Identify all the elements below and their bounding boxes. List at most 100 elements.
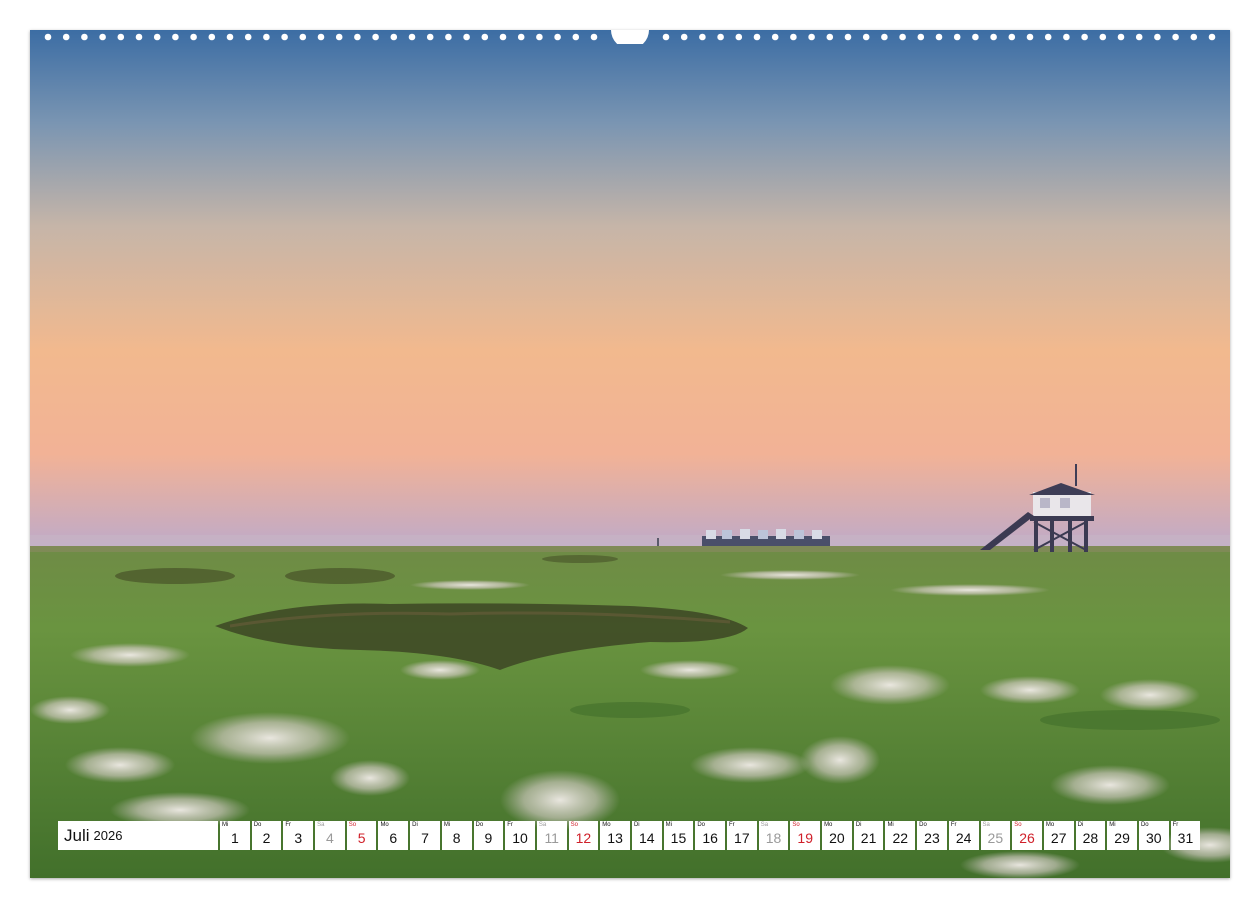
day-cell: Di 28 — [1075, 821, 1106, 850]
binding-hole — [1190, 33, 1198, 41]
binding-hole — [1208, 33, 1216, 41]
binding-hole — [335, 33, 343, 41]
binding-hole — [190, 33, 197, 41]
day-cell: Fr 10 — [505, 821, 535, 850]
day-cells: Mi 1 Do 2 Fr 3 Sa 4 So 5 Mo 6 Di 7 Mi 8 Do 9 Fr 10 Sa 11 So 12 M… — [220, 821, 1201, 850]
day-abbr: Di — [1077, 822, 1084, 828]
day-abbr: Fr — [1172, 822, 1179, 828]
day-number: 21 — [860, 830, 877, 846]
binding-hole — [1154, 33, 1161, 41]
day-abbr: Fr — [729, 822, 735, 828]
day-number: 3 — [294, 830, 303, 846]
binding-holes — [44, 30, 1216, 44]
month-name: Juli — [64, 825, 90, 845]
day-abbr: Mo — [824, 822, 833, 828]
binding-hole — [517, 33, 525, 41]
binding-hole — [281, 33, 288, 41]
day-abbr: Fr — [285, 822, 292, 828]
binding-hole — [935, 33, 943, 41]
day-abbr: Fr — [507, 822, 513, 828]
day-abbr: Do — [919, 822, 927, 828]
day-abbr: Mi — [222, 822, 229, 828]
day-cell: Mi 15 — [663, 821, 694, 850]
day-cell: Di 21 — [853, 821, 884, 850]
day-cell: Mo 13 — [600, 821, 630, 850]
day-cell: Mi 29 — [1107, 821, 1137, 850]
binding-hole — [572, 33, 580, 41]
day-cell: Do 16 — [695, 821, 725, 850]
day-cell: Sa 18 — [758, 821, 789, 850]
landscape-image — [30, 30, 1230, 878]
month-label: Juli 2026 — [58, 821, 218, 850]
binding-hole — [99, 33, 106, 41]
day-abbr: Do — [1140, 822, 1149, 828]
binding-hole — [1172, 33, 1179, 41]
binding-hole — [226, 33, 234, 41]
binding-hole — [408, 33, 416, 41]
binding-hole — [554, 33, 561, 41]
day-abbr: Do — [475, 822, 484, 828]
binding-hole — [445, 33, 452, 41]
binding-hole — [354, 33, 361, 41]
day-abbr: Di — [633, 822, 640, 828]
binding-hole — [844, 33, 852, 41]
day-cell: Fr 3 — [283, 821, 314, 850]
binding-hole — [1044, 33, 1052, 41]
day-number: 7 — [421, 830, 429, 846]
binding-hole — [735, 33, 743, 41]
day-abbr: Mi — [665, 822, 672, 828]
day-cell: Fr 31 — [1170, 821, 1201, 850]
day-abbr: So — [570, 822, 578, 828]
binding-hole — [680, 33, 688, 41]
binding-hole — [717, 33, 724, 41]
binding-hole — [862, 33, 870, 41]
binding-hole — [590, 33, 598, 41]
day-number: 31 — [1177, 830, 1194, 846]
calendar-photo — [30, 30, 1230, 878]
binding-hole — [808, 33, 815, 41]
day-abbr: Mi — [887, 822, 894, 828]
day-cell: So 12 — [568, 821, 599, 850]
binding-hole — [790, 33, 797, 41]
day-abbr: Mo — [602, 822, 611, 828]
day-abbr: Di — [855, 822, 862, 828]
day-cell: Mi 1 — [220, 821, 250, 850]
binding-hole — [699, 33, 706, 41]
binding-hole — [1135, 33, 1143, 41]
day-abbr: Sa — [317, 822, 325, 828]
binding-hole — [899, 33, 906, 41]
day-abbr: Sa — [982, 822, 990, 828]
binding-hole — [953, 33, 961, 41]
day-cell: So 19 — [790, 821, 821, 850]
day-number: 19 — [797, 830, 813, 846]
binding-hole — [881, 33, 888, 41]
day-number: 13 — [607, 830, 623, 846]
day-number: 15 — [670, 830, 687, 846]
binding-hole — [81, 33, 88, 41]
day-number: 10 — [512, 830, 528, 846]
binding-hole — [299, 33, 307, 41]
binding-hole — [481, 33, 489, 41]
spiral-binding — [30, 30, 1230, 44]
day-number: 11 — [544, 830, 559, 846]
day-abbr: Fr — [950, 822, 957, 828]
binding-hole — [1026, 33, 1034, 41]
day-abbr: Do — [253, 822, 262, 828]
hanger-notch — [611, 30, 649, 44]
day-abbr: Sa — [538, 822, 547, 828]
binding-hole — [390, 33, 398, 41]
day-abbr: Mo — [1045, 822, 1055, 828]
binding-hole — [990, 33, 997, 41]
day-cell: Mo 27 — [1043, 821, 1074, 850]
binding-hole — [208, 33, 216, 41]
day-number: 23 — [924, 830, 940, 846]
day-number: 20 — [829, 830, 845, 846]
day-cell: Fr 17 — [727, 821, 757, 850]
binding-hole — [917, 33, 925, 41]
day-number: 25 — [987, 830, 1004, 846]
day-cell: Do 30 — [1138, 821, 1169, 850]
day-cell: Do 23 — [917, 821, 947, 850]
day-number: 16 — [702, 830, 718, 846]
day-abbr: Sa — [760, 822, 769, 828]
day-number: 26 — [1019, 830, 1035, 846]
